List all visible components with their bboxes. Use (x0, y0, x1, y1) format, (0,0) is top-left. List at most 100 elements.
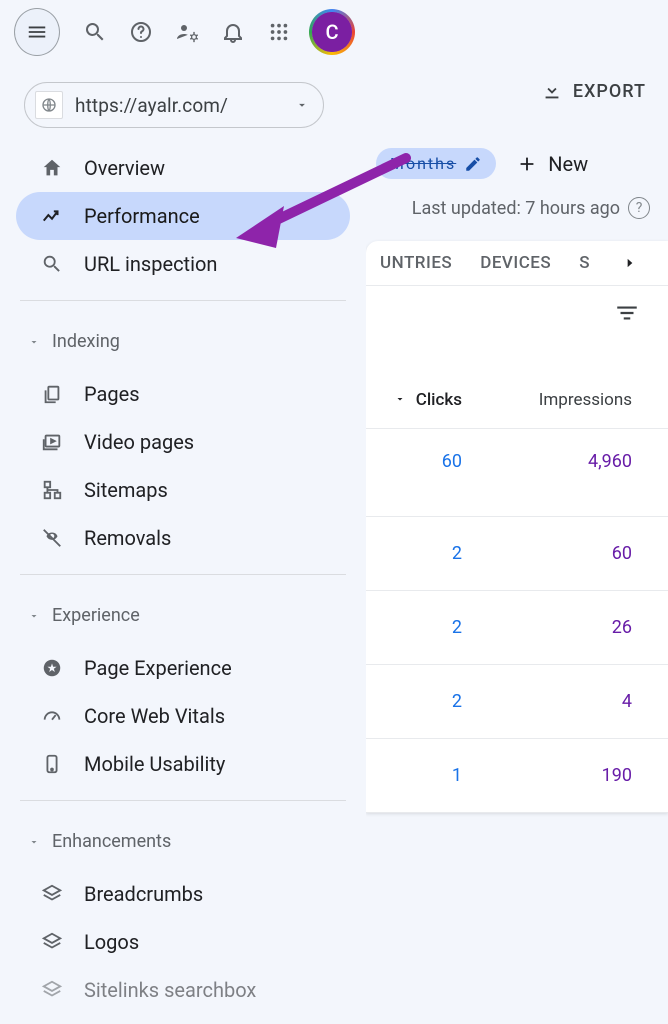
cell-clicks: 60 (376, 451, 462, 472)
tab-countries[interactable]: UNTRIES (380, 253, 452, 273)
cell-clicks: 1 (376, 765, 462, 786)
nav-breadcrumbs[interactable]: Breadcrumbs (0, 870, 350, 918)
nav-video-pages[interactable]: Video pages (0, 418, 350, 466)
column-clicks[interactable]: Clicks (376, 390, 462, 410)
nav-enhancements: Breadcrumbs Logos Sitelinks searchbox (0, 862, 366, 1014)
cell-impressions: 4,960 (462, 451, 632, 472)
property-favicon (35, 91, 63, 119)
new-filter-button[interactable]: New (516, 152, 588, 176)
layers-icon (40, 882, 64, 906)
table-row[interactable]: 1190 (366, 739, 668, 813)
apps-button[interactable] (260, 12, 298, 52)
layers-icon (40, 930, 64, 954)
nav-overview-label: Overview (84, 156, 165, 180)
pages-icon (40, 382, 64, 406)
cell-clicks: 2 (376, 543, 462, 564)
chevron-down-icon (28, 336, 40, 348)
speedometer-icon (40, 704, 64, 728)
new-label: New (548, 152, 588, 176)
date-range-chip[interactable]: Months (376, 148, 496, 179)
nav-logos[interactable]: Logos (0, 918, 350, 966)
sitemap-icon (40, 478, 64, 502)
tabs-scroll-right[interactable] (618, 251, 642, 275)
cell-impressions: 26 (462, 617, 632, 638)
section-enhancements[interactable]: Enhancements (0, 813, 366, 862)
chevron-down-icon (28, 610, 40, 622)
nav-removals-label: Removals (84, 526, 171, 550)
table-filter-row (366, 286, 668, 340)
nav-sitemaps[interactable]: Sitemaps (0, 466, 350, 514)
divider (20, 574, 346, 575)
table-row[interactable]: 604,960 (366, 429, 668, 517)
column-clicks-label: Clicks (416, 390, 462, 410)
tab-search-appearance[interactable]: S (579, 253, 590, 273)
nav-page-experience-label: Page Experience (84, 656, 232, 680)
nav-breadcrumbs-label: Breadcrumbs (84, 882, 203, 906)
nav-page-experience[interactable]: Page Experience (0, 644, 350, 692)
plus-icon (516, 153, 538, 175)
divider (20, 300, 346, 301)
filter-icon[interactable] (614, 300, 640, 326)
cell-impressions: 60 (462, 543, 632, 564)
search-icon (40, 252, 64, 276)
property-selector[interactable]: https://ayalr.com/ (24, 82, 324, 128)
last-updated-text: Last updated: 7 hours ago (412, 198, 620, 219)
section-indexing-label: Indexing (52, 331, 120, 352)
nav-video-pages-label: Video pages (84, 430, 194, 454)
download-icon (541, 80, 563, 102)
nav-primary: Overview Performance URL inspection (0, 136, 366, 288)
chevron-down-icon (28, 836, 40, 848)
nav-removals[interactable]: Removals (0, 514, 350, 562)
cell-clicks: 2 (376, 691, 462, 712)
account-avatar[interactable]: C (312, 12, 352, 52)
section-experience[interactable]: Experience (0, 587, 366, 636)
nav-experience: Page Experience Core Web Vitals Mobile U… (0, 636, 366, 788)
page-experience-icon (40, 656, 64, 680)
column-impressions[interactable]: Impressions (462, 390, 632, 410)
nav-pages-label: Pages (84, 382, 140, 406)
data-card: UNTRIES DEVICES S Clicks Impressions 60 4 (366, 241, 668, 813)
export-button[interactable]: EXPORT (541, 80, 646, 102)
cell-clicks: 2 (376, 617, 462, 638)
divider (20, 800, 346, 801)
tab-devices[interactable]: DEVICES (480, 253, 551, 273)
nav-url-inspection[interactable]: URL inspection (0, 240, 350, 288)
sort-descending-icon (394, 393, 406, 405)
table-row[interactable]: 24 (366, 665, 668, 739)
table-row[interactable]: 226 (366, 591, 668, 665)
nav-overview[interactable]: Overview (0, 144, 350, 192)
section-experience-label: Experience (52, 605, 140, 626)
chevron-down-icon (295, 98, 309, 112)
nav-sitelinks-searchbox-label: Sitelinks searchbox (84, 978, 256, 1002)
help-button[interactable] (122, 12, 160, 52)
export-row: EXPORT (366, 64, 668, 118)
table-row[interactable]: 260 (366, 517, 668, 591)
nav-url-inspection-label: URL inspection (84, 252, 217, 276)
nav-logos-label: Logos (84, 930, 139, 954)
notifications-button[interactable] (214, 12, 252, 52)
layers-icon (40, 978, 64, 1002)
help-icon[interactable]: ? (628, 197, 650, 219)
filters-row: Months New (366, 118, 668, 183)
nav-performance[interactable]: Performance (16, 192, 350, 240)
nav-sitemaps-label: Sitemaps (84, 478, 168, 502)
nav-indexing: Pages Video pages Sitemaps Removals (0, 362, 366, 562)
top-app-bar: C (0, 0, 366, 64)
property-url: https://ayalr.com/ (75, 94, 228, 117)
search-button[interactable] (76, 12, 114, 52)
cell-impressions: 190 (462, 765, 632, 786)
nav-sitelinks-searchbox[interactable]: Sitelinks searchbox (0, 966, 350, 1014)
removals-icon (40, 526, 64, 550)
user-settings-button[interactable] (168, 12, 206, 52)
last-updated-row: Last updated: 7 hours ago ? (366, 183, 668, 233)
cell-impressions: 4 (462, 691, 632, 712)
export-label: EXPORT (573, 81, 646, 102)
section-indexing[interactable]: Indexing (0, 313, 366, 362)
nav-pages[interactable]: Pages (0, 370, 350, 418)
mobile-icon (40, 752, 64, 776)
nav-core-web-vitals[interactable]: Core Web Vitals (0, 692, 350, 740)
menu-button[interactable] (14, 8, 60, 56)
avatar-initial: C (325, 20, 338, 44)
nav-mobile-usability[interactable]: Mobile Usability (0, 740, 350, 788)
home-icon (40, 156, 64, 180)
